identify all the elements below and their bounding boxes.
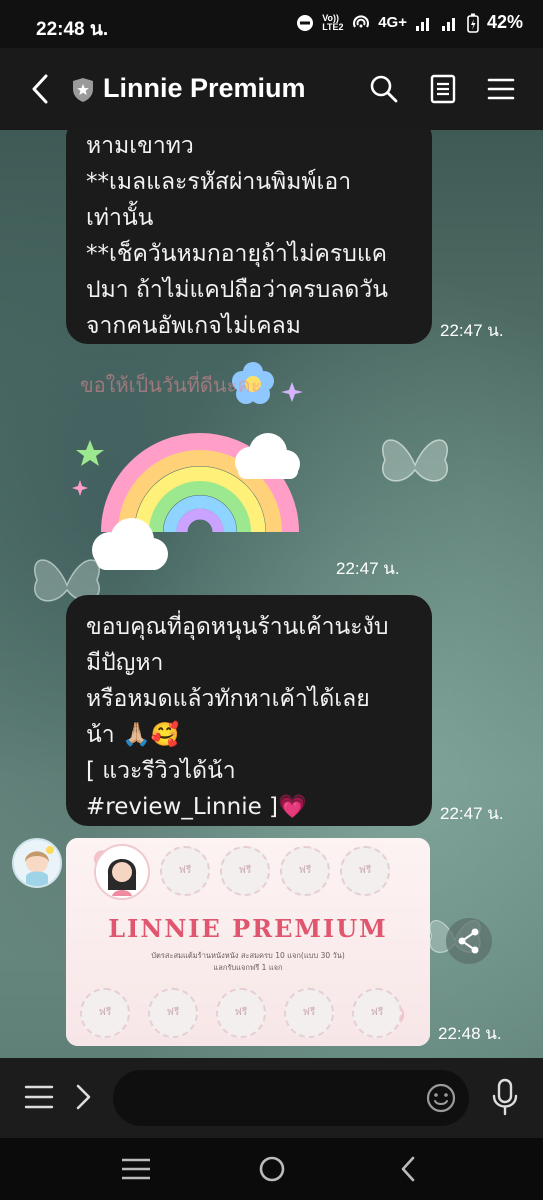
emoji-icon[interactable] <box>425 1082 457 1114</box>
message-line: ขอบคุณที่อุดหนุนร้านเค้านะงับ <box>86 614 389 640</box>
message-line: **เมลและรหัสผ่านพิมพ์เอา <box>86 169 352 195</box>
volte-label: Vo)) LTE2 <box>322 12 344 32</box>
do-not-disturb-icon <box>297 14 314 31</box>
message-timestamp: 22:48 น. <box>438 1024 502 1043</box>
sticker-message[interactable]: ขอให้เป็นวันที่ดีนะคะ <box>70 362 330 582</box>
message-line: ปมา ถ้าไม่แคปถือว่าครบลดวัน <box>86 277 388 303</box>
message-line: **เช็ควันหมกอายุถ้าไม่ครบแค <box>86 241 388 267</box>
stamp-slot: ฟรี <box>216 988 266 1038</box>
card-subtitle: บัตรสะสมแต้มร้านหนังหนัง สะสมครบ 10 แจก(… <box>151 951 345 960</box>
message-line: [ แวะรีวิวได้น้า <box>86 758 236 784</box>
chat-area[interactable]: หามเขาทว **เมลและรหัสผ่านพิมพ์เอา เท่านั… <box>0 130 543 1058</box>
rainbow-sticker-icon: ขอให้เป็นวันที่ดีนะคะ <box>72 362 303 570</box>
status-time: 22:48 น. <box>36 19 109 40</box>
stamp-slot: ฟรี <box>80 988 130 1038</box>
shop-portrait-icon <box>94 844 150 900</box>
message-line: #review_Linnie ]💗 <box>86 794 307 820</box>
avatar-girl-icon <box>25 846 54 886</box>
image-message-card[interactable]: ฟรี ฟรี ฟรี ฟรี LINNIE PREMIUM บัตรสะสมแ… <box>66 838 430 1046</box>
menu-icon[interactable] <box>24 1082 54 1112</box>
stamp-slot: ฟรี <box>340 846 390 896</box>
message-line: หรือหมดแล้วทักหาเค้าได้เลย <box>86 686 370 712</box>
status-bar: 22:48 น. Vo)) LTE2 4G+ 42% <box>0 0 543 48</box>
stamp-slot: ฟรี <box>220 846 270 896</box>
share-button[interactable] <box>446 918 492 964</box>
back-arrow-icon[interactable] <box>26 72 56 106</box>
system-nav-bar <box>0 1138 543 1200</box>
message-timestamp: 22:47 น. <box>336 559 400 578</box>
message-input-bar <box>0 1058 543 1138</box>
butterfly-decoration-icon <box>382 439 448 482</box>
message-input[interactable] <box>113 1070 469 1126</box>
notes-icon[interactable] <box>428 74 458 104</box>
microphone-icon[interactable] <box>490 1078 520 1116</box>
battery-icon <box>467 13 479 33</box>
shield-star-icon <box>73 78 93 102</box>
message-line: มีปัญหา <box>86 650 164 676</box>
stamp-slot: ฟรี <box>148 988 198 1038</box>
signal-icon <box>415 17 429 31</box>
stamp-slot: ฟรี <box>284 988 334 1038</box>
search-icon[interactable] <box>369 74 399 104</box>
message-line: เท่านั้น <box>86 205 154 231</box>
chevron-right-icon[interactable] <box>72 1082 94 1112</box>
chat-header: Linnie Premium <box>0 48 543 130</box>
hotspot-icon <box>353 14 370 28</box>
sticker-text: ขอให้เป็นวันที่ดีนะคะ <box>80 371 261 397</box>
message-timestamp: 22:47 น. <box>440 321 504 340</box>
status-icons: Vo)) LTE2 4G+ 42% <box>296 12 523 33</box>
menu-icon[interactable] <box>486 74 516 104</box>
signal-icon-2 <box>441 17 455 31</box>
message-timestamp: 22:47 น. <box>440 804 504 823</box>
message-line: หามเขาทว <box>86 133 194 159</box>
message-line: น้า 🙏🏼🥰 <box>86 722 180 748</box>
message-bubble[interactable]: หามเขาทว **เมลและรหัสผ่านพิมพ์เอา เท่านั… <box>66 130 432 344</box>
message-line: จากคนอัพเกจไม่เคลม <box>86 313 301 339</box>
card-subtitle-2: แลกรับแจกฟรี 1 แจก <box>213 963 283 972</box>
stamp-slot: ฟรี <box>280 846 330 896</box>
nav-back-icon[interactable] <box>396 1154 420 1184</box>
card-title: LINNIE PREMIUM <box>108 914 388 943</box>
home-icon[interactable] <box>257 1154 287 1184</box>
share-icon <box>458 928 479 954</box>
message-bubble[interactable]: ขอบคุณที่อุดหนุนร้านเค้านะงับ มีปัญหา หร… <box>66 595 432 826</box>
recent-apps-icon[interactable] <box>120 1156 152 1182</box>
stamp-slot: ฟรี <box>352 988 402 1038</box>
network-type: 4G+ <box>378 14 407 31</box>
stamp-slot: ฟรี <box>160 846 210 896</box>
chat-title: Linnie Premium <box>103 73 306 103</box>
avatar[interactable] <box>12 838 62 888</box>
battery-percent: 42% <box>486 12 523 32</box>
